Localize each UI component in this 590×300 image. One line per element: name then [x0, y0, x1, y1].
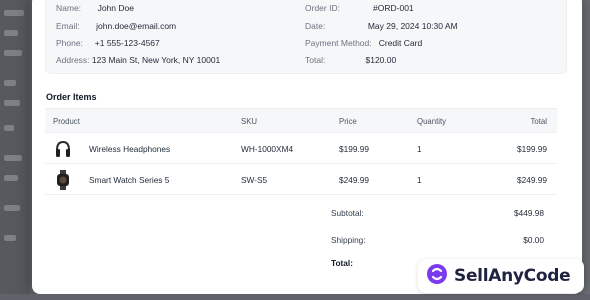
product-name: Wireless Headphones: [89, 144, 171, 154]
table-header: Product SKU Price Quantity Total: [45, 108, 557, 133]
order-date: Date: May 29, 2024 10:30 AM: [305, 21, 458, 31]
shipping-value: $0.00: [523, 235, 544, 245]
order-total: Total: $120.00: [305, 55, 397, 65]
customer-name: Name: John Doe: [56, 3, 134, 13]
payment-method: Payment Method: Credit Card: [305, 38, 423, 48]
col-total: Total: [530, 117, 547, 126]
col-product: Product: [53, 117, 80, 126]
order-items-heading: Order Items: [46, 92, 97, 102]
grand-total-label: Total:: [331, 258, 353, 268]
product-total: $199.99: [517, 144, 547, 154]
customer-address: Address: 123 Main St, New York, NY 10001: [56, 55, 221, 65]
subtotal-label: Subtotal:: [331, 208, 364, 218]
customer-phone: Phone: +1 555-123-4567: [56, 38, 160, 48]
col-sku: SKU: [241, 117, 258, 126]
table-row: Smart Watch Series 5 SW-S5 $249.99 1 $24…: [45, 164, 557, 195]
order-details-modal: Name: John Doe Email: john.doe@email.com…: [32, 0, 582, 294]
shipping-label: Shipping:: [331, 235, 366, 245]
background-sidebar: [0, 0, 30, 300]
product-sku: WH-1000XM4: [241, 144, 294, 154]
col-quantity: Quantity: [417, 117, 447, 126]
col-price: Price: [339, 117, 357, 126]
product-price: $199.99: [339, 144, 369, 154]
product-quantity: 1: [417, 175, 422, 185]
sellanycode-watermark: SellAnyCode: [418, 259, 584, 293]
subtotal-value: $449.98: [514, 208, 544, 218]
product-quantity: 1: [417, 144, 422, 154]
product-price: $249.99: [339, 175, 369, 185]
smartwatch-icon: [54, 169, 72, 190]
product-total: $249.99: [517, 175, 547, 185]
product-sku: SW-S5: [241, 175, 268, 185]
customer-email: Email: john.doe@email.com: [56, 21, 177, 31]
order-info-card: Name: John Doe Email: john.doe@email.com…: [45, 0, 567, 74]
watermark-text: SellAnyCode: [454, 266, 571, 286]
order-items-table: Product SKU Price Quantity Total Wireles…: [45, 108, 557, 195]
order-id: Order ID: #ORD-001: [305, 3, 414, 13]
product-name: Smart Watch Series 5: [89, 175, 170, 185]
headphones-icon: [54, 138, 72, 159]
sellanycode-logo-icon: [426, 263, 448, 290]
table-row: Wireless Headphones WH-1000XM4 $199.99 1…: [45, 133, 557, 164]
